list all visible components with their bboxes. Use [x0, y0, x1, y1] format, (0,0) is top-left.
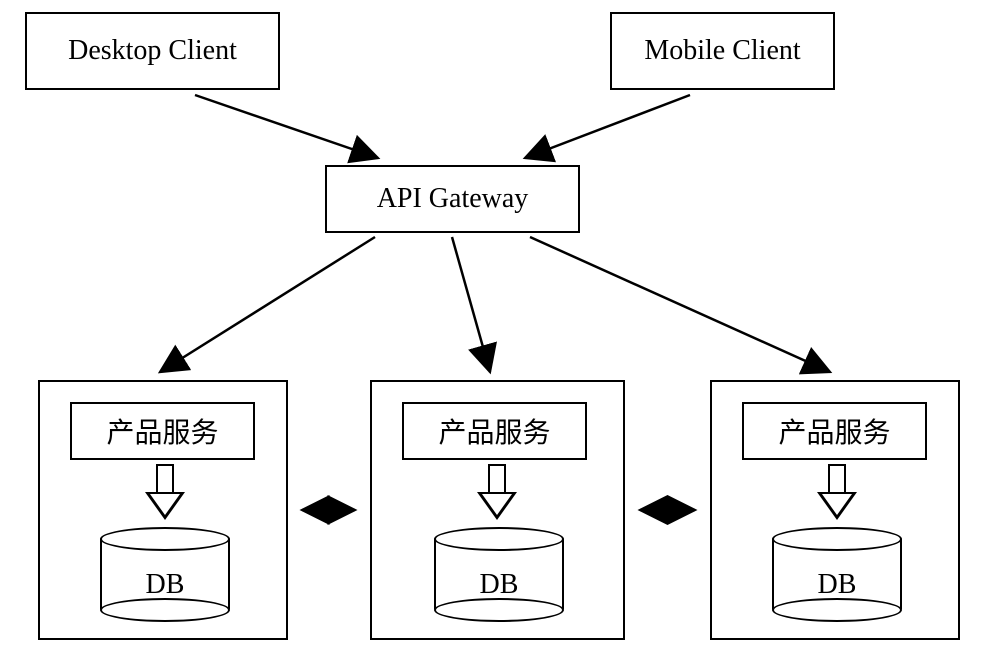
api-gateway-label: API Gateway: [377, 183, 529, 215]
db-cylinder-2: DB: [434, 527, 564, 622]
desktop-client-box: Desktop Client: [25, 12, 280, 90]
mobile-client-label: Mobile Client: [644, 35, 800, 67]
block-down-arrow-icon: [477, 464, 517, 522]
api-gateway-box: API Gateway: [325, 165, 580, 233]
db-label-3: DB: [772, 569, 902, 601]
service-container-3: 产品服务 DB: [710, 380, 960, 640]
service-container-2: 产品服务 DB: [370, 380, 625, 640]
service-label-1: 产品服务: [70, 402, 255, 460]
service-container-1: 产品服务 DB: [38, 380, 288, 640]
block-down-arrow-icon: [145, 464, 185, 522]
db-label-1: DB: [100, 569, 230, 601]
service-label-2: 产品服务: [402, 402, 587, 460]
service-label-2-text: 产品服务: [438, 411, 550, 451]
desktop-client-label: Desktop Client: [68, 35, 237, 67]
db-label-2: DB: [434, 569, 564, 601]
mobile-client-box: Mobile Client: [610, 12, 835, 90]
block-down-arrow-icon: [817, 464, 857, 522]
db-cylinder-3: DB: [772, 527, 902, 622]
service-label-3: 产品服务: [742, 402, 927, 460]
service-label-1-text: 产品服务: [106, 411, 218, 451]
db-cylinder-1: DB: [100, 527, 230, 622]
service-label-3-text: 产品服务: [778, 411, 890, 451]
